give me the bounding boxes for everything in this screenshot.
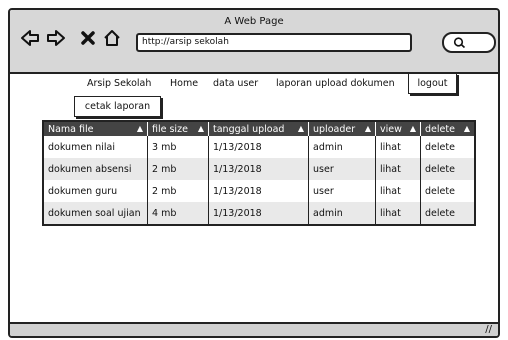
cell-filename: dokumen soal ujian: [43, 202, 148, 225]
cell-date: 1/13/2018: [208, 136, 309, 158]
close-icon[interactable]: [78, 28, 98, 48]
cell-uploader: admin: [308, 136, 376, 158]
documents-table: Nama file ▲︎ file size ▲︎ tanggal upload ▲︎…: [42, 120, 476, 226]
cell-filesize: 2 mb: [147, 158, 209, 180]
view-link[interactable]: lihat: [375, 202, 421, 225]
back-arrow-icon[interactable]: [20, 28, 40, 48]
cell-filename: dokumen guru: [43, 180, 148, 202]
column-header[interactable]: uploader ▲︎: [308, 121, 376, 136]
table-row[interactable]: dokumen nilai 3 mb 1/13/2018 admin lihat…: [43, 136, 475, 158]
sort-icon[interactable]: ▲︎: [137, 124, 143, 133]
sort-icon[interactable]: ▲︎: [464, 124, 470, 133]
column-header-label: file size: [152, 123, 188, 135]
cell-uploader: admin: [308, 202, 376, 225]
sort-icon[interactable]: ▲︎: [298, 124, 304, 133]
column-header-label: delete: [425, 123, 455, 135]
browser-chrome: A Web Page http://arsip sekolah: [10, 10, 498, 74]
cell-date: 1/13/2018: [208, 158, 309, 180]
url-field[interactable]: http://arsip sekolah: [136, 33, 412, 52]
logout-button[interactable]: logout: [408, 73, 457, 94]
browser-window: A Web Page http://arsip sekolah Arsip Se…: [8, 8, 500, 338]
cell-filesize: 4 mb: [147, 202, 209, 225]
menu-item-brand[interactable]: Arsip Sekolah: [87, 78, 151, 89]
column-header[interactable]: Nama file ▲︎: [43, 121, 148, 136]
menu-item-home[interactable]: Home: [170, 78, 198, 89]
search-box[interactable]: [442, 32, 496, 53]
column-header-label: Nama file: [48, 123, 94, 135]
cell-date: 1/13/2018: [208, 180, 309, 202]
home-icon[interactable]: [102, 28, 122, 48]
delete-link[interactable]: delete: [420, 202, 475, 225]
column-header[interactable]: view ▲︎: [375, 121, 421, 136]
table-row[interactable]: dokumen soal ujian 4 mb 1/13/2018 admin …: [43, 202, 475, 225]
cell-uploader: user: [308, 180, 376, 202]
resize-grip-icon[interactable]: //: [485, 324, 492, 336]
column-header[interactable]: file size ▲︎: [147, 121, 209, 136]
column-header-label: view: [380, 123, 402, 135]
cell-filename: dokumen absensi: [43, 158, 148, 180]
cetak-laporan-button[interactable]: cetak laporan: [74, 96, 161, 117]
cell-filename: dokumen nilai: [43, 136, 148, 158]
cell-filesize: 2 mb: [147, 180, 209, 202]
menu-item-data-user[interactable]: data user: [213, 78, 258, 89]
delete-link[interactable]: delete: [420, 158, 475, 180]
search-icon: [453, 37, 466, 49]
column-header-label: tanggal upload: [213, 123, 285, 135]
cell-date: 1/13/2018: [208, 202, 309, 225]
delete-link[interactable]: delete: [421, 136, 476, 158]
table-row[interactable]: dokumen guru 2 mb 1/13/2018 user lihat d…: [43, 180, 475, 202]
cell-uploader: user: [308, 158, 376, 180]
status-bar: //: [10, 322, 498, 336]
window-title: A Web Page: [224, 16, 284, 27]
column-header[interactable]: delete ▲︎: [420, 121, 475, 136]
column-header-label: uploader: [313, 123, 356, 135]
sort-icon[interactable]: ▲︎: [365, 124, 371, 133]
sort-icon[interactable]: ▲︎: [198, 124, 204, 133]
table-header-row: Nama file ▲︎ file size ▲︎ tanggal upload ▲︎…: [43, 121, 475, 136]
column-header[interactable]: tanggal upload ▲︎: [208, 121, 309, 136]
delete-link[interactable]: delete: [421, 180, 476, 202]
menu-item-laporan[interactable]: laporan upload dokumen: [276, 78, 395, 89]
table-row[interactable]: dokumen absensi 2 mb 1/13/2018 user liha…: [43, 158, 475, 180]
view-link[interactable]: lihat: [375, 158, 421, 180]
cell-filesize: 3 mb: [147, 136, 209, 158]
view-link[interactable]: lihat: [375, 136, 421, 158]
sort-icon[interactable]: ▲︎: [410, 124, 416, 133]
forward-arrow-icon[interactable]: [46, 28, 66, 48]
view-link[interactable]: lihat: [375, 180, 421, 202]
